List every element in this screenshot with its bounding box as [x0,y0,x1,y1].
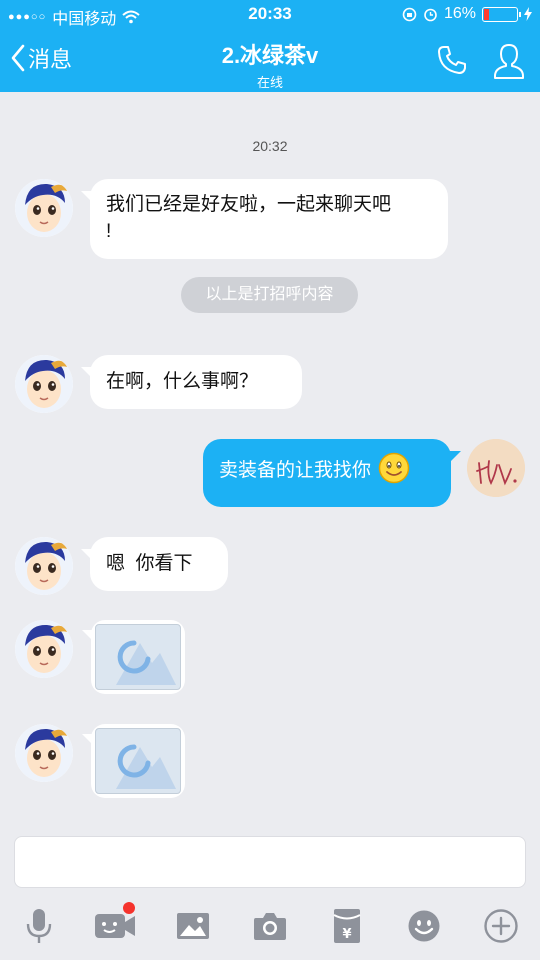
more-button[interactable] [479,904,523,948]
chat-toolbar: ¥ [0,896,540,960]
plus-icon [484,909,518,943]
cartoon-avatar-icon [15,724,73,782]
image-placeholder [95,624,181,690]
photo-album-button[interactable] [171,904,215,948]
contact-avatar[interactable] [15,355,73,413]
cartoon-avatar-icon [15,355,73,413]
image-icon [177,913,209,939]
cartoon-avatar-icon [15,620,73,678]
image-placeholder [95,728,181,794]
video-icon [95,914,135,938]
message-text: 在啊，什么事啊？ [106,371,259,392]
voice-button[interactable] [17,904,61,948]
video-call-button[interactable] [93,902,137,948]
message-text: 我们已经是好友啦，一起来聊天吧 ! [106,194,392,242]
message-text: 卖装备的让我找你 [219,460,372,481]
back-label: 消息 [28,47,73,72]
nav-bar: 消息 2.冰绿茶v 在线 [0,30,540,92]
cartoon-avatar-icon [15,179,73,237]
message-bubble-incoming[interactable]: 在啊，什么事啊？ [81,355,302,409]
profile-button[interactable] [492,42,526,85]
contact-avatar[interactable] [15,179,73,237]
charging-icon [524,7,532,21]
camera-icon [254,913,286,940]
cartoon-avatar-icon [15,537,73,595]
image-message[interactable] [82,620,185,694]
image-loading-icon [116,640,176,685]
notification-badge [123,902,135,914]
system-notice: 以上是打招呼内容 [181,277,358,313]
chat-timestamp: 20:32 [252,138,288,154]
rotation-lock-icon [402,7,417,21]
phone-icon [438,46,466,74]
contact-avatar[interactable] [15,620,73,678]
back-button[interactable]: 消息 [10,42,72,74]
battery-icon [482,6,521,22]
red-packet-button[interactable]: ¥ [325,904,369,948]
status-bar: ●●●○○ 中国移动 20:33 16% [0,0,540,30]
emoji-icon [408,910,440,942]
battery-percent: 16% [443,5,476,22]
red-packet-icon: ¥ [333,909,361,943]
image-loading-icon [116,744,176,789]
message-text: 嗯 你看下 [106,553,193,574]
image-message[interactable] [82,724,185,798]
message-bubble-incoming[interactable]: 嗯 你看下 [81,537,228,591]
message-input[interactable] [14,836,526,888]
smiley-emoji-icon [379,452,410,484]
alarm-icon [424,8,437,21]
contact-avatar[interactable] [15,537,73,595]
chevron-left-icon [11,44,25,72]
camera-button[interactable] [248,904,292,948]
microphone-icon [26,909,52,943]
message-bubble-outgoing[interactable]: 卖装备的让我找你 [203,439,461,507]
status-right: 16% [402,5,532,23]
svg-text:¥: ¥ [342,927,351,942]
phone-call-button[interactable] [436,44,468,81]
message-bubble-incoming[interactable]: 我们已经是好友啦，一起来聊天吧 ! [81,179,448,259]
user-profile-icon [494,44,524,79]
handwriting-avatar-icon [467,439,525,497]
emoji-button[interactable] [402,904,446,948]
battery-fill [484,8,490,20]
my-avatar[interactable] [467,439,525,497]
contact-avatar[interactable] [15,724,73,782]
